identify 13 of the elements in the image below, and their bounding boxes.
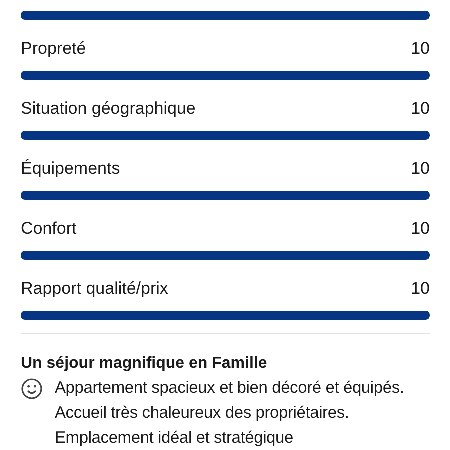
rating-label: Rapport qualité/prix [21, 278, 168, 300]
rating-score: 10 [411, 38, 430, 60]
rating-score: 10 [411, 98, 430, 120]
review-text: Appartement spacieux et bien décoré et équipés. Accueil très chaleureux des propriétaires. Emplacement idéal et stratégique [55, 378, 405, 449]
rating-label: Propreté [21, 38, 86, 60]
review-title: Un séjour magnifique en Famille [21, 354, 268, 374]
rating-score: 10 [411, 158, 430, 180]
rating-score: 10 [411, 218, 430, 240]
smiley-icon [21, 378, 43, 400]
rating-label: Équipements [21, 158, 120, 180]
rating-label: Confort [21, 218, 77, 240]
rating-label: Situation géographique [21, 98, 196, 120]
rating-score: 10 [411, 278, 430, 300]
